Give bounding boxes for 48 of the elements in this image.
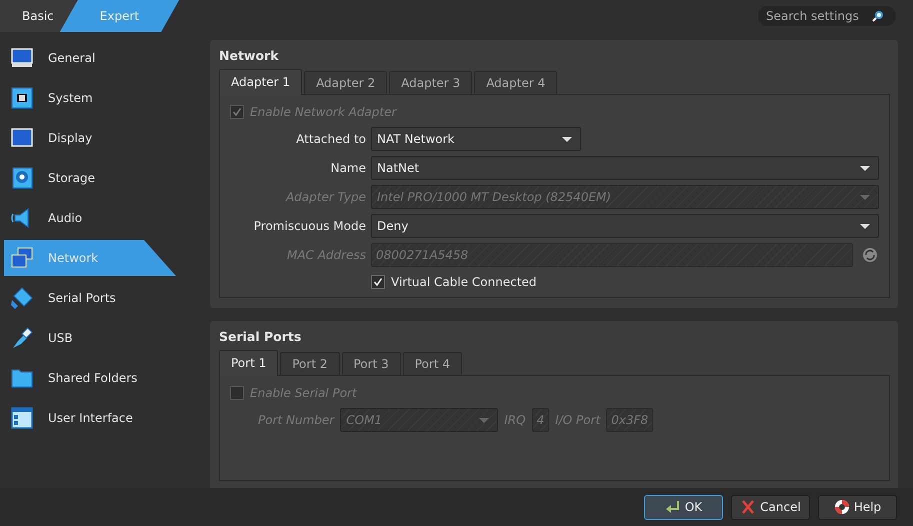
dialog-button[interactable]: Help bbox=[818, 494, 897, 520]
section-title: Network bbox=[219, 48, 279, 63]
sidebar-item[interactable]: Shared Folders bbox=[4, 360, 200, 396]
mode-tab[interactable]: Basic bbox=[0, 0, 76, 32]
field-label: Adapter Type bbox=[284, 190, 366, 204]
field-label: Name bbox=[330, 161, 366, 175]
sidebar-label: Audio bbox=[48, 211, 82, 225]
sidebar-label: Serial Ports bbox=[48, 291, 116, 305]
search-field[interactable]: Search settings bbox=[758, 6, 896, 26]
field-label: I/O Port bbox=[555, 413, 600, 427]
tab[interactable]: Port 4 bbox=[402, 352, 462, 375]
sidebar-item[interactable]: Display bbox=[4, 120, 200, 156]
tab[interactable]: Port 1 bbox=[219, 350, 278, 376]
field-label: Port Number bbox=[258, 413, 334, 427]
field-label: MAC Address bbox=[286, 248, 366, 262]
sidebar-label: General bbox=[48, 51, 96, 65]
sidebar-item[interactable]: Storage bbox=[4, 160, 200, 196]
sidebar-label: System bbox=[48, 91, 93, 105]
dropdown[interactable]: Deny bbox=[371, 214, 879, 238]
sidebar-label: User Interface bbox=[48, 411, 133, 425]
field-label: Attached to bbox=[295, 132, 366, 146]
tab[interactable]: Port 2 bbox=[280, 352, 340, 375]
tab[interactable]: Port 3 bbox=[342, 352, 401, 375]
checkbox-label: Enable Serial Port bbox=[250, 386, 357, 400]
tab[interactable]: Adapter 3 bbox=[389, 71, 472, 94]
sidebar-label: Shared Folders bbox=[48, 371, 138, 385]
dialog-button[interactable]: Cancel bbox=[731, 494, 810, 520]
sidebar-label: Storage bbox=[48, 171, 95, 185]
sidebar-label: USB bbox=[48, 331, 73, 345]
checkbox-label: Virtual Cable Connected bbox=[391, 275, 537, 289]
sidebar-label: Network bbox=[48, 251, 98, 265]
sidebar-item[interactable]: System bbox=[4, 80, 200, 116]
sidebar-item[interactable]: User Interface bbox=[4, 400, 200, 436]
section-title: Serial Ports bbox=[219, 329, 302, 344]
tab[interactable]: Adapter 1 bbox=[219, 69, 302, 95]
field-label: IRQ bbox=[504, 413, 526, 427]
tab[interactable]: Adapter 4 bbox=[474, 71, 558, 94]
sidebar-item[interactable]: USB bbox=[4, 320, 200, 356]
dropdown[interactable]: NAT Network bbox=[371, 127, 581, 151]
checkbox-label: Enable Network Adapter bbox=[250, 105, 396, 119]
sidebar-item[interactable]: Serial Ports bbox=[4, 280, 200, 316]
tab[interactable]: Adapter 2 bbox=[304, 71, 388, 94]
dialog-button[interactable]: OK bbox=[644, 494, 723, 520]
dropdown[interactable]: NatNet bbox=[371, 156, 879, 180]
sidebar-label: Display bbox=[48, 131, 92, 145]
sidebar-item[interactable]: Audio bbox=[4, 200, 200, 236]
sidebar-item[interactable]: General bbox=[4, 40, 200, 76]
field-label: Promiscuous Mode bbox=[252, 219, 366, 233]
